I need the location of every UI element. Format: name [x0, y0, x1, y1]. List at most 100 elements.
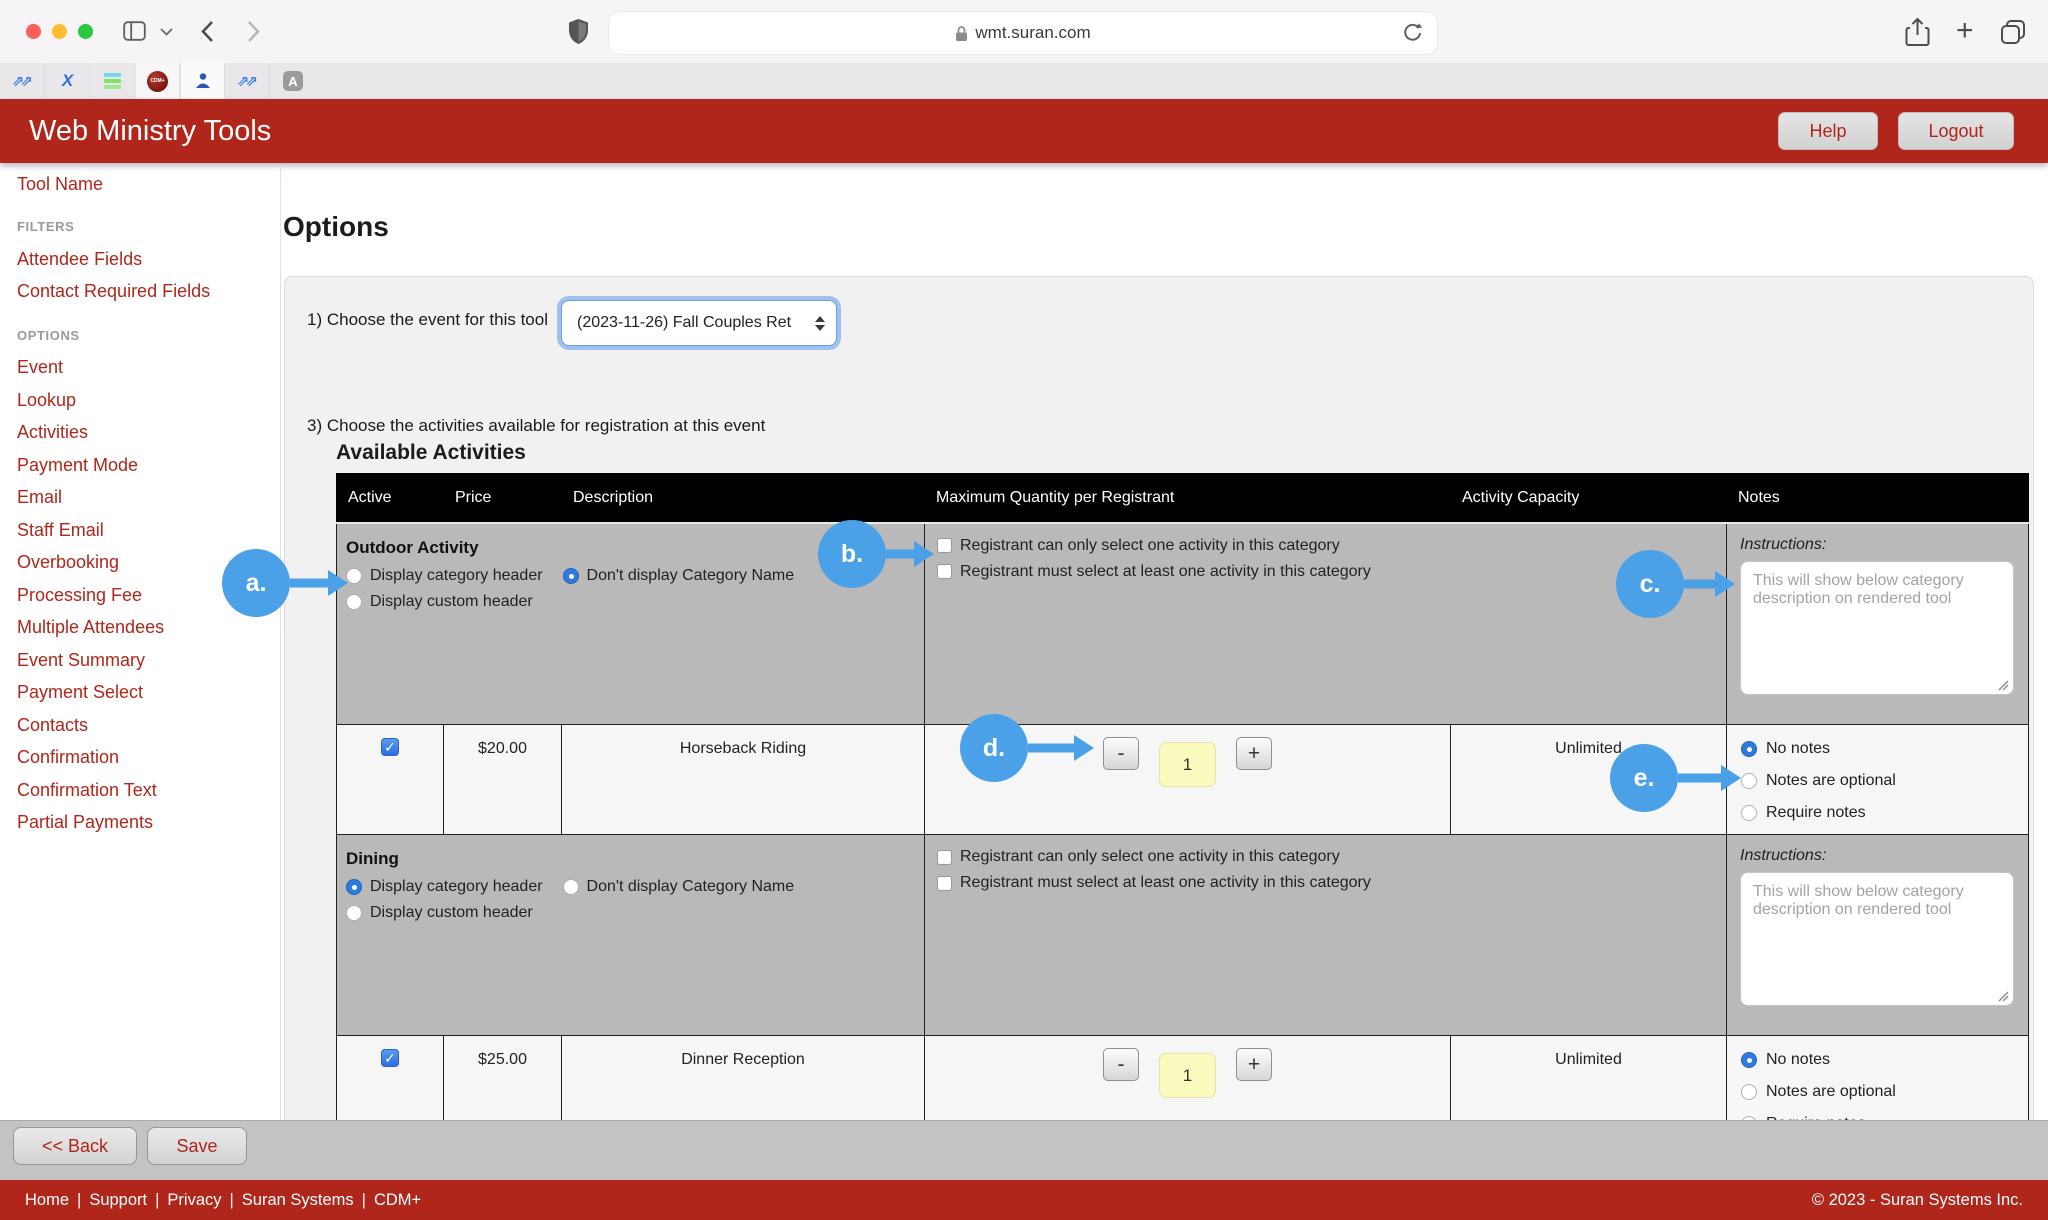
checkbox-at-least-one-activity[interactable] — [937, 876, 952, 891]
sidebar-item-payment-select[interactable]: Payment Select — [17, 677, 280, 710]
share-icon[interactable] — [1905, 17, 1930, 47]
favicon-blue-arrows-2[interactable]: ⇗⇗ — [226, 63, 270, 99]
favicon-blue-figure[interactable] — [181, 63, 225, 99]
instructions-label: Instructions: — [1740, 536, 2028, 554]
col-active: Active — [337, 474, 444, 523]
sidebar-item-contact-required-fields[interactable]: Contact Required Fields — [17, 276, 280, 309]
col-max-quantity: Maximum Quantity per Registrant — [925, 474, 1451, 523]
footer-link-suran-systems[interactable]: Suran Systems — [242, 1191, 374, 1210]
sidebar-item-confirmation[interactable]: Confirmation — [17, 742, 280, 775]
quantity-minus-button[interactable]: - — [1103, 1048, 1139, 1081]
checkbox-only-one-activity[interactable] — [937, 850, 952, 865]
sidebar-item-contacts[interactable]: Contacts — [17, 709, 280, 742]
sidebar-item-payment-mode[interactable]: Payment Mode — [17, 449, 280, 482]
sidebar-item-confirmation-text[interactable]: Confirmation Text — [17, 774, 280, 807]
footer-link-cdmplus[interactable]: CDM+ — [374, 1191, 421, 1210]
new-tab-icon[interactable]: + — [1956, 20, 1974, 42]
quantity-plus-button[interactable]: + — [1236, 737, 1272, 770]
sidebar-section-options: OPTIONS — [17, 319, 280, 352]
back-button[interactable]: << Back — [13, 1127, 137, 1165]
close-window-button[interactable] — [26, 24, 41, 39]
back-button[interactable] — [201, 20, 214, 43]
radio-dont-display-category-name[interactable] — [563, 568, 579, 584]
sidebar-item-tool-name[interactable]: Tool Name — [17, 168, 280, 201]
favorites-bar: ⇗⇗ X CDM+ ⇗⇗ A Start Page — [0, 63, 2048, 99]
favicon-blue-x[interactable]: X — [46, 63, 90, 99]
instructions-label: Instructions: — [1740, 847, 2028, 865]
description-cell: Horseback Riding — [562, 725, 925, 835]
footer-link-home[interactable]: Home — [25, 1191, 89, 1210]
col-price: Price — [444, 474, 562, 523]
action-bar: << Back Save — [0, 1120, 2048, 1180]
annotation-e-arrow — [1676, 762, 1743, 794]
footer-link-support[interactable]: Support — [89, 1191, 167, 1210]
annotation-c-arrow — [1682, 568, 1737, 600]
resize-grip-icon[interactable] — [1998, 680, 2009, 691]
sidebar-item-activities[interactable]: Activities — [17, 417, 280, 450]
radio-label: Display category header — [370, 567, 543, 585]
chevron-down-icon[interactable] — [160, 28, 173, 36]
quantity-input[interactable] — [1159, 1053, 1216, 1098]
col-activity-capacity: Activity Capacity — [1451, 474, 1727, 523]
sidebar-item-email[interactable]: Email — [17, 482, 280, 515]
annotation-d-arrow — [1026, 732, 1096, 764]
step3-label: 3) Choose the activities available for r… — [307, 416, 765, 436]
radio-require-notes[interactable] — [1741, 805, 1757, 821]
radio-label: No notes — [1766, 740, 1830, 758]
checkbox-only-one-activity[interactable] — [937, 538, 952, 553]
sidebar-toggle-icon[interactable] — [123, 21, 146, 41]
quantity-input[interactable] — [1159, 742, 1216, 787]
radio-display-category-header[interactable] — [346, 879, 362, 895]
favicon-cdmplus[interactable]: CDM+ — [136, 63, 180, 99]
radio-notes-optional[interactable] — [1741, 773, 1757, 789]
checkbox-label: Registrant can only select one activity … — [960, 537, 1340, 555]
resize-grip-icon[interactable] — [1998, 991, 2009, 1002]
sidebar-nav: Tool Name FILTERS Attendee Fields Contac… — [0, 167, 281, 1120]
step1-label: 1) Choose the event for this tool — [307, 310, 548, 330]
logout-button[interactable]: Logout — [1898, 112, 2014, 150]
radio-label: Display category header — [370, 878, 543, 896]
url-text: wmt.suran.com — [975, 23, 1090, 43]
sidebar-item-attendee-fields[interactable]: Attendee Fields — [17, 243, 280, 276]
checkbox-at-least-one-activity[interactable] — [937, 564, 952, 579]
table-header-row: Active Price Description Maximum Quantit… — [337, 474, 2029, 523]
favicon-blue-arrows[interactable]: ⇗⇗ — [1, 63, 45, 99]
radio-no-notes[interactable] — [1741, 741, 1757, 757]
lock-icon — [955, 25, 968, 42]
save-button[interactable]: Save — [147, 1127, 247, 1165]
active-checkbox[interactable]: ✓ — [381, 1049, 399, 1067]
radio-notes-optional[interactable] — [1741, 1084, 1757, 1100]
app-footer: Home Support Privacy Suran Systems CDM+ … — [0, 1180, 2048, 1220]
quantity-minus-button[interactable]: - — [1103, 737, 1139, 770]
sidebar-item-staff-email[interactable]: Staff Email — [17, 514, 280, 547]
tab-overview-icon[interactable] — [2000, 19, 2026, 45]
radio-dont-display-category-name[interactable] — [563, 879, 579, 895]
zoom-window-button[interactable] — [78, 24, 93, 39]
sidebar-item-event[interactable]: Event — [17, 352, 280, 385]
help-button[interactable]: Help — [1778, 112, 1878, 150]
quantity-plus-button[interactable]: + — [1236, 1048, 1272, 1081]
sidebar-item-event-summary[interactable]: Event Summary — [17, 644, 280, 677]
address-bar[interactable]: wmt.suran.com — [609, 12, 1437, 54]
favicon-green-bars[interactable] — [91, 63, 135, 99]
radio-display-custom-header[interactable] — [346, 905, 362, 921]
sidebar-item-lookup[interactable]: Lookup — [17, 384, 280, 417]
annotation-c: c. — [1616, 550, 1684, 618]
reload-button[interactable] — [1402, 22, 1423, 49]
category-instructions-textarea[interactable] — [1740, 561, 2014, 695]
sidebar-item-partial-payments[interactable]: Partial Payments — [17, 807, 280, 840]
select-stepper-icon — [815, 316, 825, 331]
active-checkbox[interactable]: ✓ — [381, 738, 399, 756]
radio-label: Notes are optional — [1766, 1083, 1896, 1101]
footer-copyright: © 2023 - Suran Systems Inc. — [1812, 1180, 2023, 1220]
forward-button[interactable] — [247, 20, 260, 43]
event-select[interactable]: (2023-11-26) Fall Couples Ret — [561, 300, 837, 346]
radio-no-notes[interactable] — [1741, 1052, 1757, 1068]
footer-link-privacy[interactable]: Privacy — [167, 1191, 241, 1210]
radio-label: Notes are optional — [1766, 772, 1896, 790]
browser-toolbar: wmt.suran.com + — [0, 0, 2048, 63]
minimize-window-button[interactable] — [52, 24, 67, 39]
category-instructions-textarea[interactable] — [1740, 872, 2014, 1006]
favicon-letter-a[interactable]: A — [271, 63, 315, 99]
privacy-shield-icon[interactable] — [568, 18, 589, 45]
